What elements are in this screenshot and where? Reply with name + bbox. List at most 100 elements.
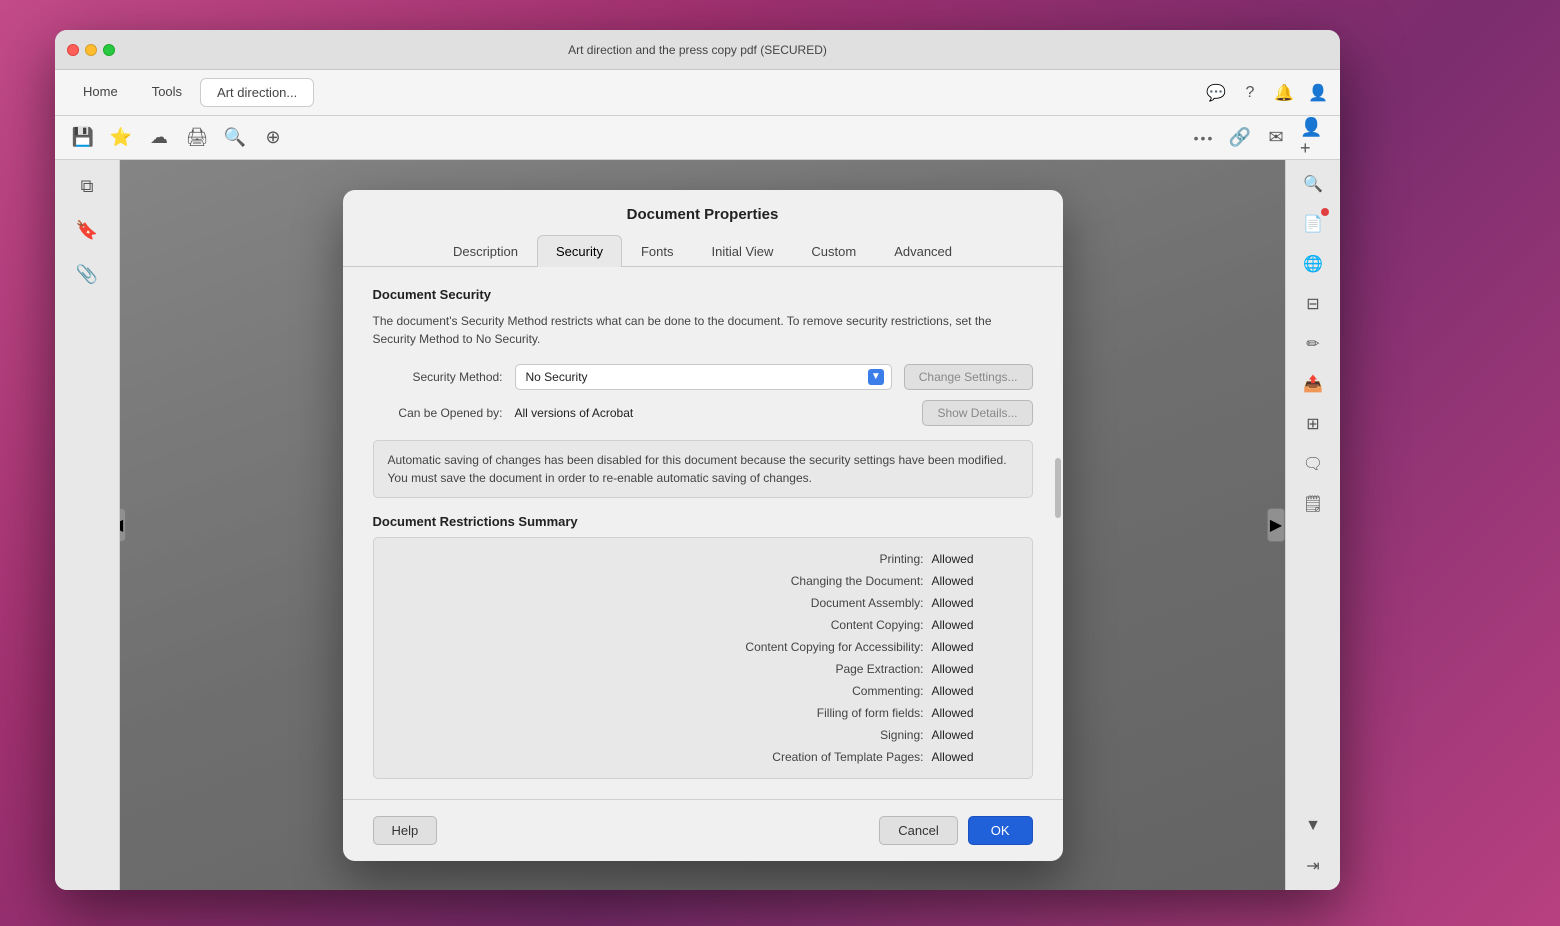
restriction-page-extraction: Page Extraction: Allowed bbox=[394, 658, 1012, 680]
restriction-key-template-pages: Creation of Template Pages: bbox=[632, 750, 932, 764]
copy-icon[interactable]: ⧉ bbox=[73, 172, 101, 200]
attachments-icon[interactable]: 📎 bbox=[73, 260, 101, 288]
security-method-select[interactable]: No Security bbox=[515, 364, 892, 390]
left-sidebar: ⧉ 🔖 📎 bbox=[55, 160, 120, 890]
toolbar-right: 💬 ? 🔔 👤 bbox=[1206, 83, 1328, 103]
dialog-footer: Help Cancel OK bbox=[343, 799, 1063, 861]
restriction-key-page-extraction: Page Extraction: bbox=[632, 662, 932, 676]
right-sidebar: 🔍 📄 🌐 ⊟ ✏ 📤 ⊞ 🗨 🗒 ▼ ⇥ ▶ bbox=[1285, 160, 1340, 890]
restriction-key-assembly: Document Assembly: bbox=[632, 596, 932, 610]
window-title: Art direction and the press copy pdf (SE… bbox=[568, 43, 827, 57]
scan-icon[interactable]: 📄 bbox=[1299, 210, 1327, 238]
tab-fonts[interactable]: Fonts bbox=[622, 235, 693, 267]
restriction-val-template-pages: Allowed bbox=[932, 750, 1012, 764]
restriction-printing: Printing: Allowed bbox=[394, 548, 1012, 570]
avatar-icon[interactable]: 👤 bbox=[1308, 83, 1328, 103]
save-icon[interactable]: 💾 bbox=[71, 126, 95, 150]
restriction-accessibility: Content Copying for Accessibility: Allow… bbox=[394, 636, 1012, 658]
restriction-val-content-copying: Allowed bbox=[932, 618, 1012, 632]
mac-window: Art direction and the press copy pdf (SE… bbox=[55, 30, 1340, 890]
bookmarks-icon[interactable]: 🔖 bbox=[73, 216, 101, 244]
more-icon[interactable]: ⊕ bbox=[261, 126, 285, 150]
restrictions-table: Printing: Allowed Changing the Document:… bbox=[373, 537, 1033, 779]
close-button[interactable] bbox=[67, 44, 79, 56]
tab-tools[interactable]: Tools bbox=[136, 78, 198, 107]
change-settings-button[interactable]: Change Settings... bbox=[904, 364, 1033, 390]
security-method-select-wrapper: No Security ▼ bbox=[515, 364, 892, 390]
restriction-val-form-fields: Allowed bbox=[932, 706, 1012, 720]
envelope-icon[interactable]: ✉ bbox=[1264, 126, 1288, 150]
comment-icon[interactable]: 🗨 bbox=[1299, 450, 1327, 478]
tab-advanced[interactable]: Advanced bbox=[875, 235, 971, 267]
footer-buttons: Cancel OK bbox=[879, 816, 1032, 845]
translate-icon[interactable]: 🌐 bbox=[1299, 250, 1327, 278]
maximize-button[interactable] bbox=[103, 44, 115, 56]
zoom-in-icon[interactable]: 🔍 bbox=[1299, 170, 1327, 198]
edit-icon[interactable]: ✏ bbox=[1299, 330, 1327, 358]
restriction-val-changing: Allowed bbox=[932, 574, 1012, 588]
restriction-key-commenting: Commenting: bbox=[632, 684, 932, 698]
modal-overlay: Document Properties Description Security… bbox=[120, 160, 1285, 890]
traffic-lights bbox=[67, 44, 115, 56]
app-toolbar: Home Tools Art direction... 💬 ? 🔔 👤 bbox=[55, 70, 1340, 116]
tab-art-direction[interactable]: Art direction... bbox=[200, 78, 314, 107]
restriction-key-signing: Signing: bbox=[632, 728, 932, 742]
exit-icon[interactable]: ⇥ bbox=[1299, 852, 1327, 880]
bell-icon[interactable]: 🔔 bbox=[1274, 83, 1294, 103]
show-details-button[interactable]: Show Details... bbox=[922, 400, 1032, 426]
layout-icon[interactable]: ⊟ bbox=[1299, 290, 1327, 318]
restriction-assembly: Document Assembly: Allowed bbox=[394, 592, 1012, 614]
link2-icon[interactable]: 🔗 bbox=[1228, 126, 1252, 150]
expand-icon[interactable]: ▼ bbox=[1299, 812, 1327, 840]
restrictions-section: Document Restrictions Summary Printing: … bbox=[373, 514, 1033, 779]
print-icon[interactable]: 🖨 bbox=[185, 126, 209, 150]
restriction-val-page-extraction: Allowed bbox=[932, 662, 1012, 676]
restriction-val-accessibility: Allowed bbox=[932, 640, 1012, 654]
export-icon[interactable]: 📤 bbox=[1299, 370, 1327, 398]
minimize-button[interactable] bbox=[85, 44, 97, 56]
bookmark-icon[interactable]: ⭐ bbox=[109, 126, 133, 150]
tab-initial-view[interactable]: Initial View bbox=[692, 235, 792, 267]
tab-home[interactable]: Home bbox=[67, 78, 134, 107]
upload-icon[interactable]: ☁ bbox=[147, 126, 171, 150]
security-method-label: Security Method: bbox=[373, 370, 503, 384]
organize-icon[interactable]: ⊞ bbox=[1299, 410, 1327, 438]
stamp-icon[interactable]: 🗒 bbox=[1299, 490, 1327, 518]
restriction-key-printing: Printing: bbox=[632, 552, 932, 566]
can-be-opened-label: Can be Opened by: bbox=[373, 406, 503, 420]
can-be-opened-row: Can be Opened by: All versions of Acroba… bbox=[373, 400, 1033, 426]
restriction-val-printing: Allowed bbox=[932, 552, 1012, 566]
restriction-form-fields: Filling of form fields: Allowed bbox=[394, 702, 1012, 724]
ok-button[interactable]: OK bbox=[968, 816, 1033, 845]
dialog-content: Document Security The document's Securit… bbox=[343, 267, 1063, 799]
tab-description[interactable]: Description bbox=[434, 235, 537, 267]
dialog-title: Document Properties bbox=[363, 206, 1043, 223]
icon-toolbar: 💾 ⭐ ☁ 🖨 🔍 ⊕ ••• 🔗 ✉ 👤+ bbox=[55, 116, 1340, 160]
help-icon[interactable]: ? bbox=[1240, 83, 1260, 103]
restriction-changing: Changing the Document: Allowed bbox=[394, 570, 1012, 592]
restriction-signing: Signing: Allowed bbox=[394, 724, 1012, 746]
add-user-icon[interactable]: 👤+ bbox=[1300, 126, 1324, 150]
search-icon[interactable]: 🔍 bbox=[223, 126, 247, 150]
restriction-key-content-copying: Content Copying: bbox=[632, 618, 932, 632]
warning-box: Automatic saving of changes has been dis… bbox=[373, 440, 1033, 498]
chat-icon[interactable]: 💬 bbox=[1206, 83, 1226, 103]
main-area: ⧉ 🔖 📎 DIREC QUE D ◀ Document Properti bbox=[55, 160, 1340, 890]
help-button[interactable]: Help bbox=[373, 816, 438, 845]
title-bar: Art direction and the press copy pdf (SE… bbox=[55, 30, 1340, 70]
pdf-preview: DIREC QUE D ◀ Document Properties Descri… bbox=[120, 160, 1285, 890]
dialog-scrollbar[interactable] bbox=[1055, 458, 1061, 518]
overflow-menu-icon[interactable]: ••• bbox=[1192, 126, 1216, 150]
restriction-val-assembly: Allowed bbox=[932, 596, 1012, 610]
document-security-title: Document Security bbox=[373, 287, 1033, 302]
cancel-button[interactable]: Cancel bbox=[879, 816, 957, 845]
tab-security[interactable]: Security bbox=[537, 235, 622, 267]
tab-custom[interactable]: Custom bbox=[792, 235, 875, 267]
restriction-key-changing: Changing the Document: bbox=[632, 574, 932, 588]
restriction-val-signing: Allowed bbox=[932, 728, 1012, 742]
dialog: Document Properties Description Security… bbox=[343, 190, 1063, 861]
dialog-title-bar: Document Properties bbox=[343, 190, 1063, 223]
restriction-template-pages: Creation of Template Pages: Allowed bbox=[394, 746, 1012, 768]
restriction-commenting: Commenting: Allowed bbox=[394, 680, 1012, 702]
nav-tabs: Home Tools Art direction... bbox=[67, 78, 314, 107]
